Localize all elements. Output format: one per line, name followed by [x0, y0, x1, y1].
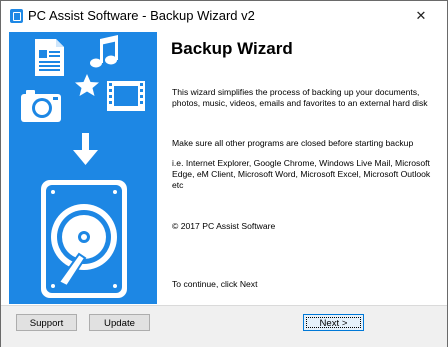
update-button[interactable]: Update [89, 314, 150, 331]
close-button[interactable]: ✕ [406, 9, 436, 23]
copyright-text: © 2017 PC Assist Software [172, 221, 276, 231]
focus-rectangle [306, 317, 361, 328]
title-bar: PC Assist Software - Backup Wizard v2 ✕ [1, 1, 447, 31]
document-icon [35, 39, 64, 76]
window-title: PC Assist Software - Backup Wizard v2 [28, 8, 255, 23]
continue-text: To continue, click Next [172, 279, 258, 289]
app-icon [10, 9, 23, 23]
arrow-down-icon [73, 133, 98, 165]
wizard-sidebar [9, 32, 157, 304]
intro-text: This wizard simplifies the process of ba… [172, 87, 428, 108]
support-button[interactable]: Support [16, 314, 77, 331]
wizard-heading: Backup Wizard [171, 39, 293, 58]
examples-text: i.e. Internet Explorer, Google Chrome, W… [172, 158, 431, 190]
hard-drive-icon [41, 180, 127, 298]
notice-text: Make sure all other programs are closed … [172, 138, 414, 148]
music-icon [90, 35, 118, 68]
star-icon [75, 74, 99, 96]
camera-icon [21, 90, 61, 122]
backup-wizard-window: PC Assist Software - Backup Wizard v2 ✕ [0, 0, 448, 347]
next-button[interactable]: Next > [303, 314, 364, 331]
button-bar: Support Update Next > [1, 305, 447, 347]
film-icon [107, 81, 145, 111]
